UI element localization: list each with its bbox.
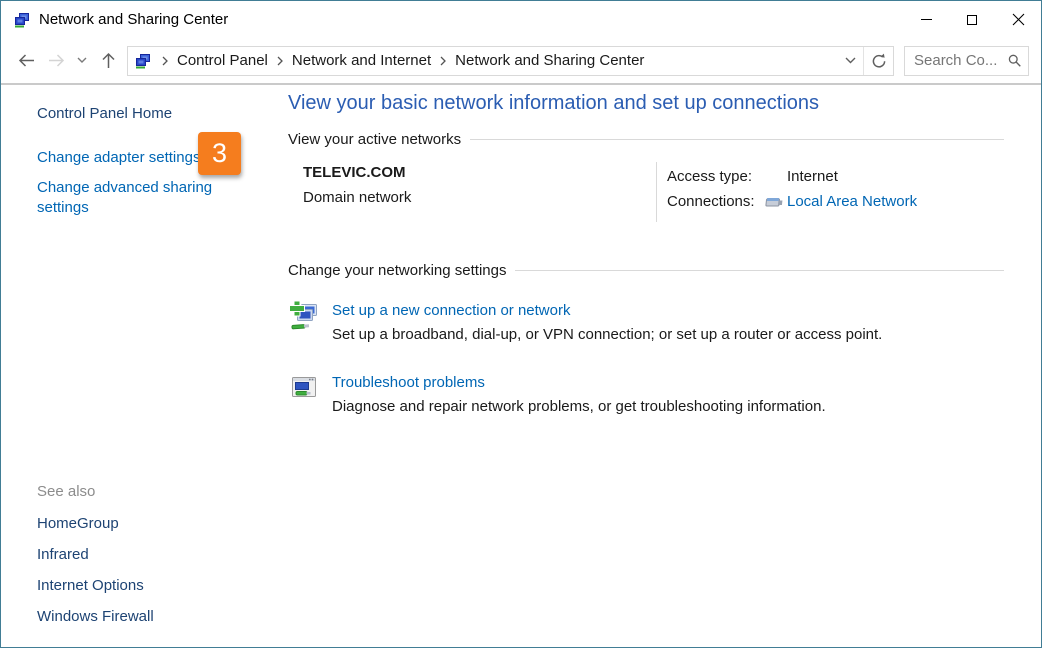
search-input[interactable] <box>914 52 1008 69</box>
troubleshoot-description: Diagnose and repair network problems, or… <box>332 398 1004 415</box>
troubleshoot-problems-link[interactable]: Troubleshoot problems <box>332 374 1004 391</box>
network-identity: TELEVIC.COM Domain network <box>288 162 656 222</box>
task-text: Set up a new connection or network Set u… <box>332 298 1004 343</box>
network-sharing-center-window: Network and Sharing Center <box>0 0 1042 648</box>
troubleshoot-task: Troubleshoot problems Diagnose and repai… <box>288 370 1004 415</box>
computers-plus-icon <box>288 300 320 332</box>
see-also-section: See also HomeGroup Infrared Internet Opt… <box>37 483 154 639</box>
access-type-value: Internet <box>787 168 917 185</box>
sidebar-item-control-panel-home[interactable]: Control Panel Home <box>37 105 272 122</box>
recent-pages-dropdown[interactable] <box>71 46 93 76</box>
monitor-diagnostic-icon <box>288 372 320 404</box>
content-area: Control Panel Home Change adapter settin… <box>1 85 1041 646</box>
connections-row: Connections: Local Area Network <box>667 189 917 214</box>
access-type-label: Access type: <box>667 168 764 185</box>
main-pane: View your basic network information and … <box>288 85 1004 415</box>
breadcrumb-network-and-internet[interactable]: Network and Internet <box>290 50 433 71</box>
sidebar-item-windows-firewall[interactable]: Windows Firewall <box>37 608 154 625</box>
network-details: Access type: Internet Connections: <box>657 162 917 222</box>
section-divider <box>515 270 1004 271</box>
maximize-button[interactable] <box>949 1 995 38</box>
section-divider <box>470 139 1004 140</box>
chevron-right-icon <box>155 56 175 66</box>
refresh-button[interactable] <box>863 47 893 75</box>
address-dropdown-button[interactable] <box>837 47 863 75</box>
minimize-button[interactable] <box>903 1 949 38</box>
active-networks-title: View your active networks <box>288 131 461 148</box>
sidebar-item-homegroup[interactable]: HomeGroup <box>37 515 154 532</box>
magnifier-icon <box>1008 53 1021 68</box>
sidebar-item-internet-options[interactable]: Internet Options <box>37 577 154 594</box>
maximize-icon <box>967 15 977 25</box>
chevron-down-icon <box>845 57 856 64</box>
breadcrumb-control-panel[interactable]: Control Panel <box>175 50 270 71</box>
arrow-left-icon <box>18 53 35 68</box>
setup-connection-description: Set up a broadband, dial-up, or VPN conn… <box>332 326 1004 343</box>
address-bar[interactable]: Control Panel Network and Internet Netwo… <box>127 46 894 76</box>
active-networks-header: View your active networks <box>288 131 1004 148</box>
connections-label: Connections: <box>667 193 764 210</box>
chevron-right-icon <box>433 56 453 66</box>
step-badge: 3 <box>198 132 241 175</box>
network-name: TELEVIC.COM <box>303 162 656 181</box>
toolbar: Control Panel Network and Internet Netwo… <box>1 38 1041 85</box>
search-box[interactable] <box>904 46 1029 76</box>
close-button[interactable] <box>995 1 1041 38</box>
titlebar: Network and Sharing Center <box>1 1 1041 38</box>
arrow-up-icon <box>101 52 116 69</box>
chevron-right-icon <box>270 56 290 66</box>
back-button[interactable] <box>11 46 41 76</box>
ethernet-adapter-icon <box>764 195 787 209</box>
up-button[interactable] <box>93 46 123 76</box>
access-type-row: Access type: Internet <box>667 164 917 189</box>
window-title: Network and Sharing Center <box>39 11 903 28</box>
network-computers-icon <box>135 53 151 69</box>
sidebar-item-infrared[interactable]: Infrared <box>37 546 154 563</box>
page-title: View your basic network information and … <box>288 92 1004 115</box>
networking-settings-header: Change your networking settings <box>288 262 1004 279</box>
close-icon <box>1012 13 1025 26</box>
minimize-icon <box>921 19 932 20</box>
see-also-title: See also <box>37 483 154 500</box>
task-text: Troubleshoot problems Diagnose and repai… <box>332 370 1004 415</box>
networking-settings-title: Change your networking settings <box>288 262 506 279</box>
setup-connection-task: Set up a new connection or network Set u… <box>288 298 1004 343</box>
local-area-network-link[interactable]: Local Area Network <box>787 193 917 210</box>
arrow-right-icon <box>48 53 65 68</box>
setup-connection-link[interactable]: Set up a new connection or network <box>332 302 1004 319</box>
sidebar-item-change-advanced-sharing-settings[interactable]: Change advanced sharing settings <box>37 178 227 218</box>
chevron-down-icon <box>77 57 87 64</box>
network-type: Domain network <box>303 189 656 206</box>
active-network-row: TELEVIC.COM Domain network Access type: … <box>288 162 1004 222</box>
refresh-icon <box>871 53 887 69</box>
breadcrumb-network-and-sharing-center[interactable]: Network and Sharing Center <box>453 50 646 71</box>
forward-button[interactable] <box>41 46 71 76</box>
network-computers-icon <box>14 12 30 28</box>
